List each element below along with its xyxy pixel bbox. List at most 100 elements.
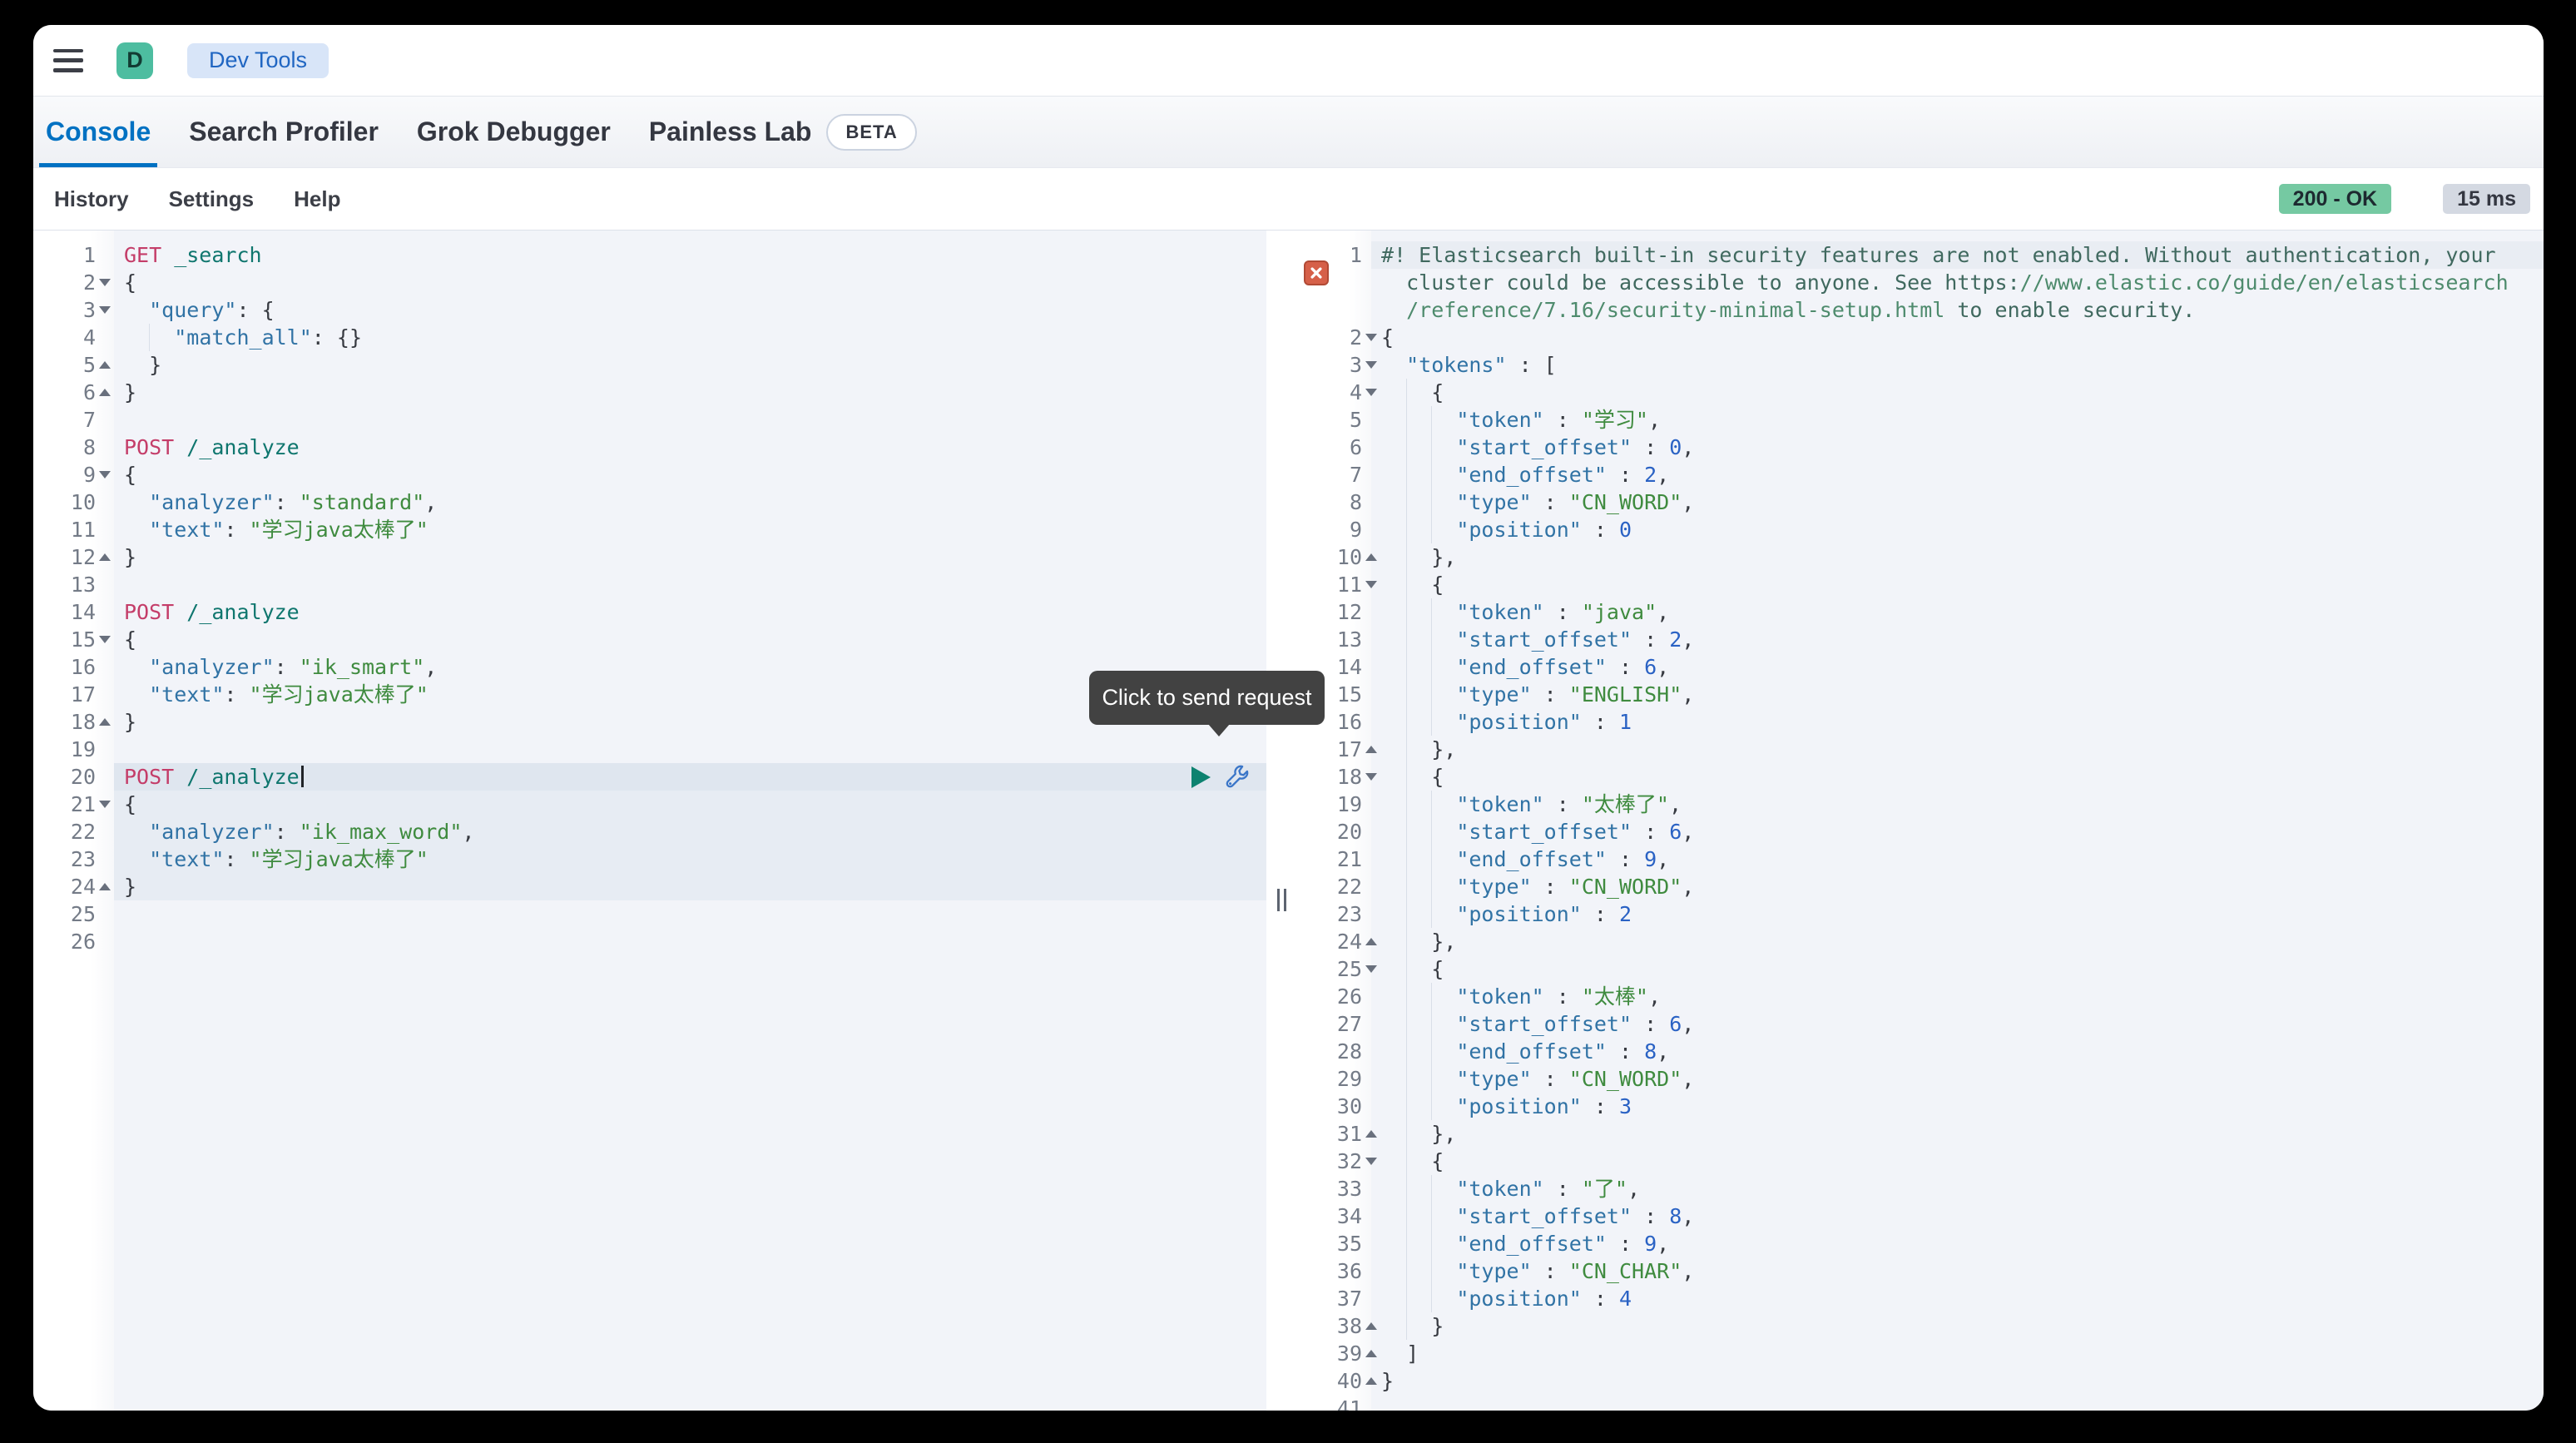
code-line[interactable] [114,928,1266,955]
code-line[interactable]: { [1371,763,2544,791]
code-line[interactable]: { [114,461,1266,488]
code-line[interactable]: "position" : 1 [1371,708,2544,736]
fold-toggle-icon[interactable] [99,718,111,726]
code-line[interactable]: "type" : "CN_WORD", [1371,873,2544,900]
code-line[interactable]: "position" : 3 [1371,1093,2544,1120]
code-line[interactable]: } [114,543,1266,571]
code-line[interactable]: "tokens" : [ [1371,351,2544,379]
code-line[interactable]: "end_offset" : 2, [1371,461,2544,488]
fold-toggle-icon[interactable] [99,471,111,479]
code-line[interactable]: "text": "学习java太棒了" [114,516,1266,543]
code-line[interactable]: { [114,269,1266,296]
menu-icon[interactable] [53,49,83,72]
code-line[interactable]: "token" : "太棒了", [1371,791,2544,818]
code-line[interactable]: "query": { [114,296,1266,324]
code-line[interactable]: GET _search [114,241,1266,269]
code-line[interactable] [114,736,1266,763]
code-line[interactable]: { [1371,324,2544,351]
code-line[interactable]: { [1371,571,2544,598]
fold-toggle-icon[interactable] [99,883,111,890]
code-line[interactable]: "end_offset" : 8, [1371,1038,2544,1065]
code-line[interactable]: "token" : "太棒", [1371,983,2544,1010]
code-line[interactable]: }, [1371,543,2544,571]
code-line[interactable] [1371,1395,2544,1411]
code-line[interactable]: } [1371,1312,2544,1340]
code-line[interactable]: { [114,791,1266,818]
menu-help[interactable]: Help [294,186,340,212]
code-line[interactable]: } [114,351,1266,379]
fold-toggle-icon[interactable] [99,553,111,561]
code-line[interactable]: "end_offset" : 9, [1371,1230,2544,1257]
code-line[interactable]: "end_offset" : 9, [1371,845,2544,873]
tab-search-profiler[interactable]: Search Profiler [182,97,385,167]
code-token: : [1532,682,1569,707]
line-number: 24 [1298,930,1362,954]
code-line[interactable]: "analyzer": "standard", [114,488,1266,516]
code-line[interactable]: }, [1371,928,2544,955]
tab-painless-lab[interactable]: Painless LabBETA [642,97,924,167]
code-line[interactable]: POST /_analyze [114,598,1266,626]
line-number: 38 [1298,1314,1362,1338]
space-avatar[interactable]: D [116,42,153,79]
code-line[interactable]: POST /_analyze [114,434,1266,461]
fold-toggle-icon[interactable] [99,801,111,808]
code-line[interactable]: "text": "学习java太棒了" [114,845,1266,873]
code-line[interactable]: } [114,379,1266,406]
request-editor-code[interactable]: GET _search{ "query": { "match_all": {} … [114,231,1266,1411]
fold-toggle-icon[interactable] [99,306,111,314]
code-line[interactable]: "position" : 2 [1371,900,2544,928]
code-line[interactable] [114,406,1266,434]
code-line[interactable]: }, [1371,1120,2544,1148]
code-line[interactable]: { [114,626,1266,653]
code-line[interactable]: "analyzer": "ik_max_word", [114,818,1266,845]
tab-grok-debugger[interactable]: Grok Debugger [410,97,617,167]
code-line[interactable]: "position" : 4 [1371,1285,2544,1312]
code-line[interactable]: ] [1371,1340,2544,1367]
code-line[interactable]: "token" : "学习", [1371,406,2544,434]
code-line[interactable]: "token" : "了", [1371,1175,2544,1202]
code-line[interactable]: "type" : "CN_WORD", [1371,488,2544,516]
response-code[interactable]: #! Elasticsearch built-in security featu… [1371,231,2544,1411]
fold-toggle-icon[interactable] [99,636,111,643]
code-line[interactable]: "type" : "CN_CHAR", [1371,1257,2544,1285]
code-line[interactable]: #! Elasticsearch built-in security featu… [1371,241,2544,269]
code-token [1381,1259,1456,1283]
code-line[interactable]: }, [1371,736,2544,763]
code-line[interactable]: "start_offset" : 0, [1371,434,2544,461]
indent-guide [1406,873,1407,900]
gutter-row: 19 [1298,791,1371,818]
tab-console[interactable]: Console [39,97,157,167]
code-line[interactable]: "type" : "CN_WORD", [1371,1065,2544,1093]
code-line[interactable]: "start_offset" : 6, [1371,1010,2544,1038]
code-line[interactable]: "token" : "java", [1371,598,2544,626]
code-line[interactable]: { [1371,379,2544,406]
line-number: 23 [33,847,96,871]
code-line[interactable]: } [1371,1367,2544,1395]
code-line[interactable]: "end_offset" : 6, [1371,653,2544,681]
tab-label: Console [46,117,151,147]
menu-settings[interactable]: Settings [169,186,255,212]
code-line[interactable]: { [1371,955,2544,983]
code-line[interactable] [114,900,1266,928]
code-line[interactable]: /reference/7.16/security-minimal-setup.h… [1371,296,2544,324]
code-line[interactable]: cluster could be accessible to anyone. S… [1371,269,2544,296]
code-line[interactable]: "start_offset" : 8, [1371,1202,2544,1230]
code-line[interactable]: { [1371,1148,2544,1175]
send-request-play-icon[interactable] [1191,766,1211,788]
code-line[interactable]: "position" : 0 [1371,516,2544,543]
fold-toggle-icon[interactable] [99,361,111,369]
code-line[interactable]: "start_offset" : 6, [1371,818,2544,845]
code-line[interactable] [114,571,1266,598]
panel-resizer[interactable] [1266,231,1298,1411]
wrench-icon[interactable] [1225,764,1251,790]
code-line[interactable]: POST /_analyze [114,763,1266,791]
menu-history[interactable]: History [54,186,129,212]
fold-toggle-icon[interactable] [99,279,111,286]
code-line[interactable]: } [114,873,1266,900]
code-line[interactable]: "match_all": {} [114,324,1266,351]
fold-toggle-icon[interactable] [99,389,111,396]
code-line[interactable]: "type" : "ENGLISH", [1371,681,2544,708]
code-line[interactable]: "start_offset" : 2, [1371,626,2544,653]
resizer-grip-icon[interactable] [1277,889,1286,911]
breadcrumb[interactable]: Dev Tools [187,43,329,78]
